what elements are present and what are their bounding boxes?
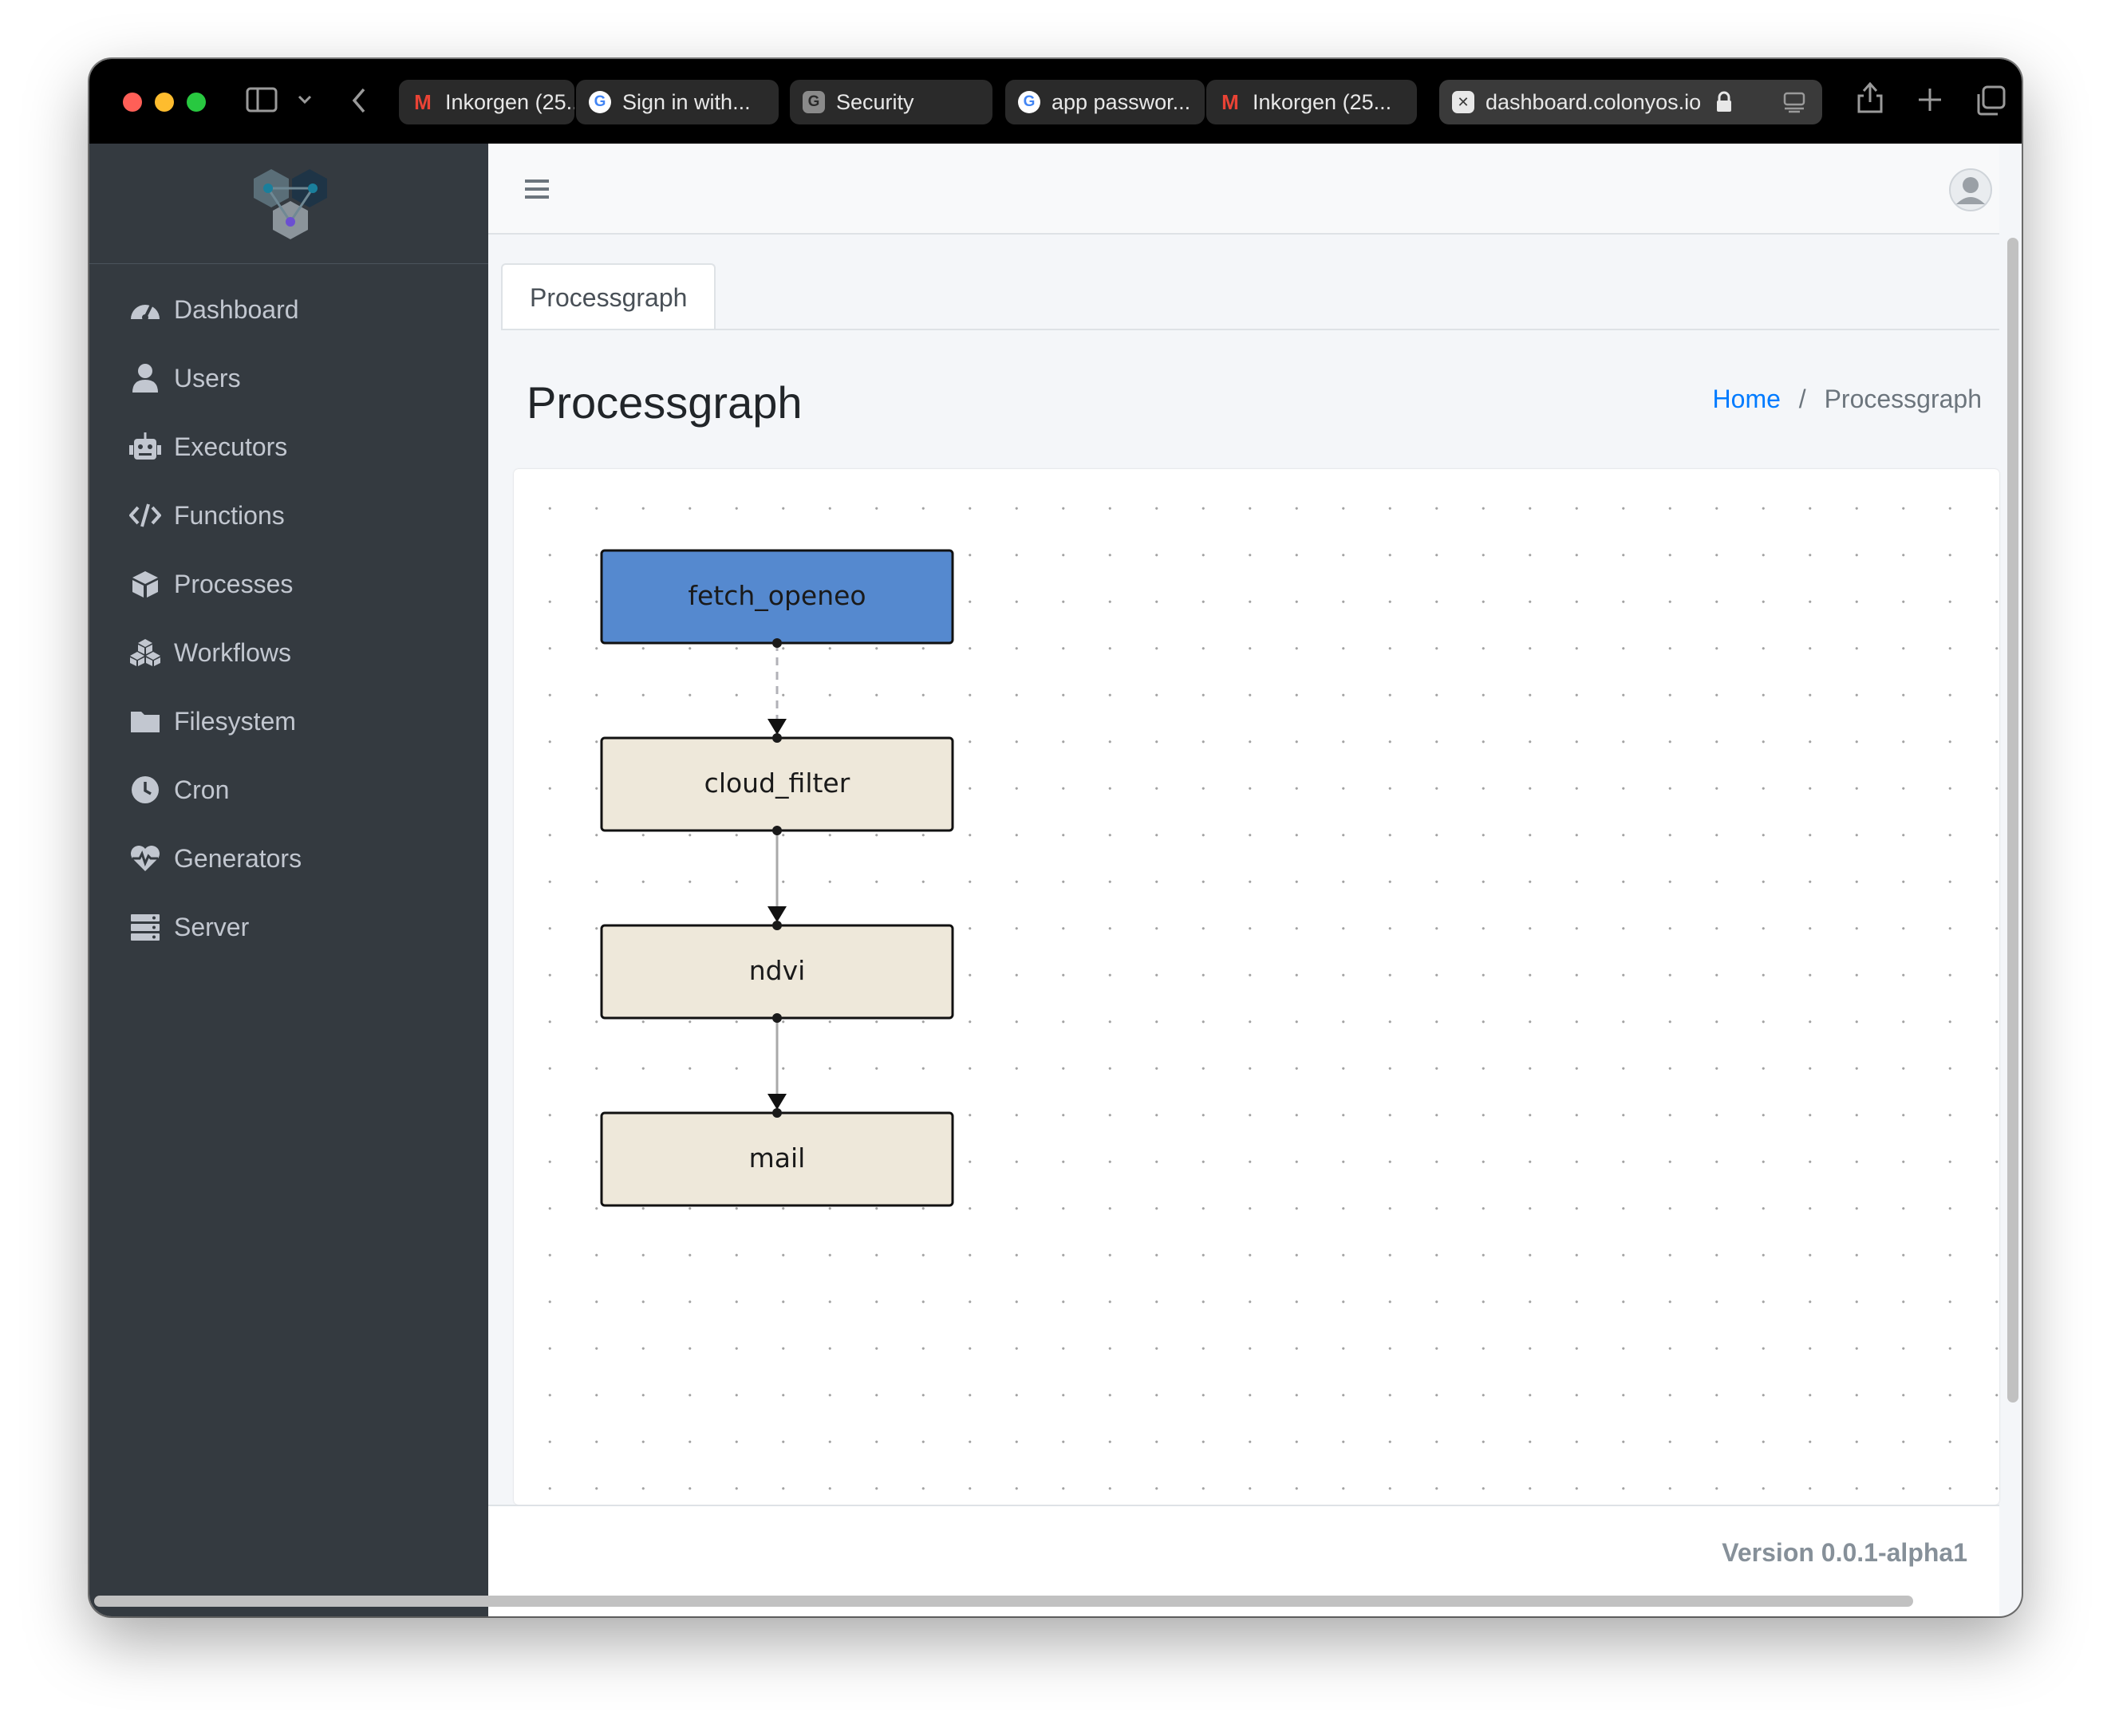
clock-icon: [132, 776, 159, 803]
browser-tab-1[interactable]: G Sign in with...: [576, 80, 779, 124]
lock-icon: [1717, 91, 1731, 112]
node-label: fetch_openeo: [688, 580, 866, 611]
avatar-icon[interactable]: [1948, 168, 1993, 212]
content-tabs: Processgraph: [501, 263, 1999, 330]
code-icon: [129, 503, 161, 527]
close-tab-icon[interactable]: ✕: [1452, 91, 1474, 113]
breadcrumb: Home / Processgraph: [1713, 383, 1982, 415]
sidebar-item-executors[interactable]: Executors: [129, 423, 464, 471]
tab-processgraph[interactable]: Processgraph: [501, 263, 716, 329]
top-navbar: [488, 144, 1999, 235]
gmail-icon: M: [414, 90, 432, 114]
sidebar-item-server[interactable]: Server: [129, 903, 464, 951]
browser-tab-active[interactable]: ✕ dashboard.colonyos.io: [1439, 80, 1822, 124]
folder-icon: [131, 712, 160, 732]
server-icon: [131, 914, 160, 941]
graph-node-fetch-openeo[interactable]: fetch_openeo: [600, 549, 954, 648]
browser-tab-4[interactable]: M Inkorgen (25...: [1206, 80, 1417, 124]
node-label: ndvi: [749, 955, 806, 986]
colonyos-logo-icon[interactable]: [246, 166, 335, 246]
back-arrow-icon[interactable]: [349, 86, 369, 115]
graph-node-ndvi[interactable]: ndvi: [600, 921, 954, 1023]
horizontal-scrollbar[interactable]: [94, 1596, 1913, 1607]
tab-overview-icon[interactable]: [1975, 85, 2007, 116]
graph-edges: [767, 643, 787, 1110]
hamburger-menu-icon[interactable]: [525, 179, 549, 199]
version-label: Version 0.0.1-alpha1: [1722, 1538, 1967, 1567]
node-label: cloud_filter: [704, 767, 850, 799]
page-title: Processgraph: [527, 377, 803, 428]
graph-node-cloud-filter[interactable]: cloud_filter: [600, 733, 954, 835]
reader-view-icon[interactable]: [1782, 91, 1806, 113]
sidebar-item-generators[interactable]: Generators: [129, 834, 464, 882]
zoom-window-button[interactable]: [187, 93, 206, 112]
node-handle-bottom[interactable]: [772, 1013, 782, 1023]
node-handle-top[interactable]: [772, 733, 782, 743]
browser-tab-0[interactable]: M Inkorgen (25...: [399, 80, 574, 124]
close-window-button[interactable]: [123, 93, 142, 112]
node-handle-bottom[interactable]: [772, 826, 782, 835]
sidebar-item-processes[interactable]: Processes: [129, 560, 464, 608]
g-icon: G: [803, 91, 825, 113]
browser-window: M Inkorgen (25... G Sign in with... G Se…: [89, 59, 2022, 1616]
sidebar-item-cron[interactable]: Cron: [129, 766, 464, 814]
google-icon: G: [1018, 91, 1040, 113]
browser-tab-3[interactable]: G app passwor...: [1005, 80, 1205, 124]
cube-icon: [132, 571, 158, 598]
sidebar-item-filesystem[interactable]: Filesystem: [129, 697, 464, 745]
sidebar-item-workflows[interactable]: Workflows: [129, 629, 464, 677]
google-icon: G: [589, 91, 611, 113]
cubes-icon: [130, 639, 160, 666]
breadcrumb-current: Processgraph: [1824, 385, 1982, 413]
processgraph-svg: fetch_openeo cloud_filter ndvi mail: [600, 549, 954, 1207]
node-handle-bottom[interactable]: [772, 638, 782, 648]
gmail-icon: M: [1221, 90, 1239, 114]
browser-toolbar: M Inkorgen (25... G Sign in with... G Se…: [89, 59, 2022, 144]
processgraph-canvas[interactable]: fetch_openeo cloud_filter ndvi mail: [514, 469, 1999, 1505]
heartbeat-icon: [131, 846, 160, 871]
brand-area: [89, 144, 488, 264]
browser-tab-2[interactable]: G Security: [790, 80, 992, 124]
node-label: mail: [749, 1142, 806, 1174]
chevron-down-icon[interactable]: [297, 94, 313, 105]
vertical-scrollbar[interactable]: [2007, 238, 2018, 1403]
edge-arrow-icon: [767, 1094, 787, 1110]
sidebar-item-dashboard[interactable]: Dashboard: [129, 286, 464, 333]
graph-node-mail[interactable]: mail: [600, 1108, 954, 1207]
share-icon[interactable]: [1856, 80, 1884, 115]
sidebar-item-functions[interactable]: Functions: [129, 491, 464, 539]
new-tab-icon[interactable]: [1916, 86, 1943, 113]
speedometer-icon: [131, 304, 160, 321]
node-handle-top[interactable]: [772, 1108, 782, 1118]
main-content: Processgraph Processgraph Home / Process…: [488, 144, 2022, 1616]
breadcrumb-separator: /: [1798, 385, 1806, 413]
edge-arrow-icon: [767, 719, 787, 735]
sidebar-item-users[interactable]: Users: [129, 354, 464, 402]
breadcrumb-home-link[interactable]: Home: [1713, 385, 1781, 413]
sidebar: Dashboard Users Executors Functions Proc…: [89, 144, 488, 1616]
robot-icon: [129, 432, 161, 460]
minimize-window-button[interactable]: [155, 93, 174, 112]
edge-arrow-icon: [767, 906, 787, 922]
sidebar-toggle-icon[interactable]: [246, 86, 278, 113]
user-icon: [132, 364, 158, 393]
node-handle-top[interactable]: [772, 921, 782, 930]
